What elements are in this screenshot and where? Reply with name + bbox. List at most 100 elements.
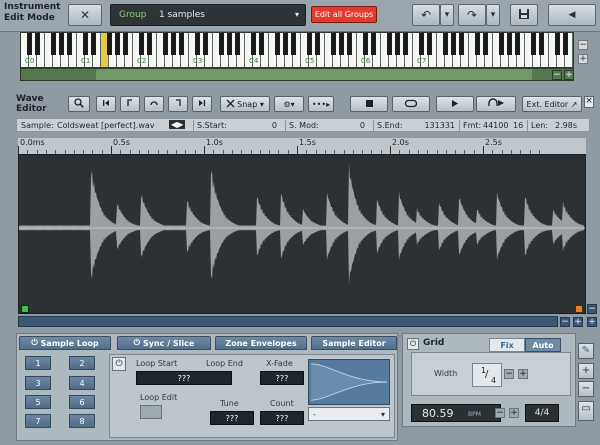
black-key[interactable] xyxy=(442,33,448,55)
width-value[interactable]: 1 / 4 xyxy=(472,363,502,387)
loop-edit-button[interactable] xyxy=(140,405,162,419)
go-to-end-button[interactable] xyxy=(192,96,212,112)
zoom-button[interactable] xyxy=(68,96,90,112)
black-key[interactable] xyxy=(114,33,120,55)
undo-button[interactable]: ↶ xyxy=(412,4,440,26)
wave-vzoom-out-button[interactable]: − xyxy=(587,304,597,314)
loop-slot-7[interactable]: 7 xyxy=(25,414,51,428)
bpm-decrease-button[interactable]: − xyxy=(495,408,505,418)
black-key[interactable] xyxy=(314,33,320,55)
black-key[interactable] xyxy=(146,33,152,55)
black-key[interactable] xyxy=(562,33,568,55)
keyboard-scroll-down-button[interactable]: + xyxy=(578,54,588,64)
black-key[interactable] xyxy=(106,33,112,55)
black-key[interactable] xyxy=(218,33,224,55)
save-button[interactable] xyxy=(510,4,538,26)
loop-slot-3[interactable]: 3 xyxy=(25,376,51,390)
nav-left-button[interactable]: ◀ xyxy=(548,4,596,26)
black-key[interactable] xyxy=(426,33,432,55)
black-key[interactable] xyxy=(282,33,288,55)
remove-button[interactable]: − xyxy=(578,381,594,397)
group-selector[interactable]: Group 1 samples ▾ xyxy=(110,4,306,26)
black-key[interactable] xyxy=(386,33,392,55)
save-preset-button[interactable]: ▭ xyxy=(578,401,594,421)
black-key[interactable] xyxy=(402,33,408,55)
black-key[interactable] xyxy=(370,33,376,55)
black-key[interactable] xyxy=(338,33,344,55)
loop-start-value[interactable]: ??? xyxy=(136,371,232,385)
black-key[interactable] xyxy=(498,33,504,55)
black-key[interactable] xyxy=(50,33,56,55)
tab-fix[interactable]: Fix xyxy=(489,338,525,352)
time-ruler[interactable]: 0.0ms 0.5s 1.0s 1.5s 2.0s 2.5s xyxy=(18,138,586,154)
tune-value[interactable]: ??? xyxy=(210,411,254,425)
sample-nav-arrows[interactable]: ◀▶ xyxy=(169,120,186,129)
black-key[interactable] xyxy=(194,33,200,55)
bpm-display[interactable]: 80.59 BPM xyxy=(411,404,501,422)
audition-button[interactable] xyxy=(476,96,516,112)
s-end-value[interactable]: 131331 xyxy=(413,121,455,130)
black-key[interactable] xyxy=(458,33,464,55)
tab-sample-loop[interactable]: ⏻ Sample Loop xyxy=(19,336,111,350)
keyboard-zoom-in-button[interactable]: + xyxy=(564,70,574,80)
sample-end-marker[interactable] xyxy=(575,305,583,313)
keyboard-zoom-out-button[interactable]: − xyxy=(552,70,562,80)
loop-slot-2[interactable]: 2 xyxy=(69,356,95,370)
black-key[interactable] xyxy=(554,33,560,55)
black-key[interactable] xyxy=(482,33,488,55)
black-key[interactable] xyxy=(474,33,480,55)
black-key[interactable] xyxy=(162,33,168,55)
pencil-tool-button[interactable]: ✎ xyxy=(578,343,594,359)
black-key[interactable] xyxy=(234,33,240,55)
black-key[interactable] xyxy=(538,33,544,55)
black-key[interactable] xyxy=(346,33,352,55)
wave-zoom-in-button[interactable]: + xyxy=(573,317,583,327)
snap-button[interactable]: Snap ▾ xyxy=(220,96,270,112)
settings-button[interactable]: ⚙▾ xyxy=(274,96,304,112)
xfade-curve-select[interactable]: - ▾ xyxy=(308,407,390,421)
grid-power-button[interactable]: ⏻ xyxy=(407,338,419,350)
stop-button[interactable] xyxy=(350,96,388,112)
zone-key-range[interactable] xyxy=(96,69,532,80)
loop-power-button[interactable]: ⏻ xyxy=(112,357,126,371)
black-key[interactable] xyxy=(82,33,88,55)
black-key[interactable] xyxy=(362,33,368,55)
undo-dropdown-button[interactable]: ▾ xyxy=(440,4,454,26)
black-key[interactable] xyxy=(178,33,184,55)
black-key[interactable] xyxy=(506,33,512,55)
black-key[interactable] xyxy=(170,33,176,55)
tab-zone-envelopes[interactable]: Zone Envelopes xyxy=(215,336,307,350)
black-key[interactable] xyxy=(450,33,456,55)
loop-slot-5[interactable]: 5 xyxy=(25,395,51,409)
s-start-value[interactable]: 0 xyxy=(247,121,277,130)
black-key[interactable] xyxy=(90,33,96,55)
wave-vzoom-in-button[interactable]: + xyxy=(587,317,597,327)
black-key[interactable] xyxy=(202,33,208,55)
tab-auto[interactable]: Auto xyxy=(525,338,561,352)
s-mod-value[interactable]: 0 xyxy=(335,121,365,130)
loop-play-button[interactable] xyxy=(392,96,430,112)
piano-keyboard[interactable]: C0 C1 C2 C3 C4 C5 C6 C7 xyxy=(20,32,574,68)
go-to-start-button[interactable] xyxy=(96,96,116,112)
set-start-button[interactable] xyxy=(120,96,140,112)
more-options-button[interactable]: •••▸ xyxy=(308,96,334,112)
count-value[interactable]: ??? xyxy=(260,411,304,425)
width-increase-button[interactable]: + xyxy=(518,369,528,379)
black-key[interactable] xyxy=(530,33,536,55)
waveform-scrollbar[interactable] xyxy=(18,316,558,327)
xfade-value[interactable]: ??? xyxy=(260,371,304,385)
redo-button[interactable]: ↷ xyxy=(458,4,486,26)
add-button[interactable]: + xyxy=(578,363,594,379)
black-key[interactable] xyxy=(122,33,128,55)
wave-zoom-out-button[interactable]: − xyxy=(560,317,570,327)
bpm-increase-button[interactable]: + xyxy=(509,408,519,418)
black-key[interactable] xyxy=(258,33,264,55)
black-key[interactable] xyxy=(514,33,520,55)
sample-start-marker[interactable] xyxy=(21,305,29,313)
time-signature[interactable]: 4 / 4 xyxy=(525,404,559,422)
black-key[interactable] xyxy=(226,33,232,55)
loop-slot-6[interactable]: 6 xyxy=(69,395,95,409)
redo-dropdown-button[interactable]: ▾ xyxy=(486,4,500,26)
play-button[interactable] xyxy=(436,96,474,112)
black-key[interactable] xyxy=(250,33,256,55)
